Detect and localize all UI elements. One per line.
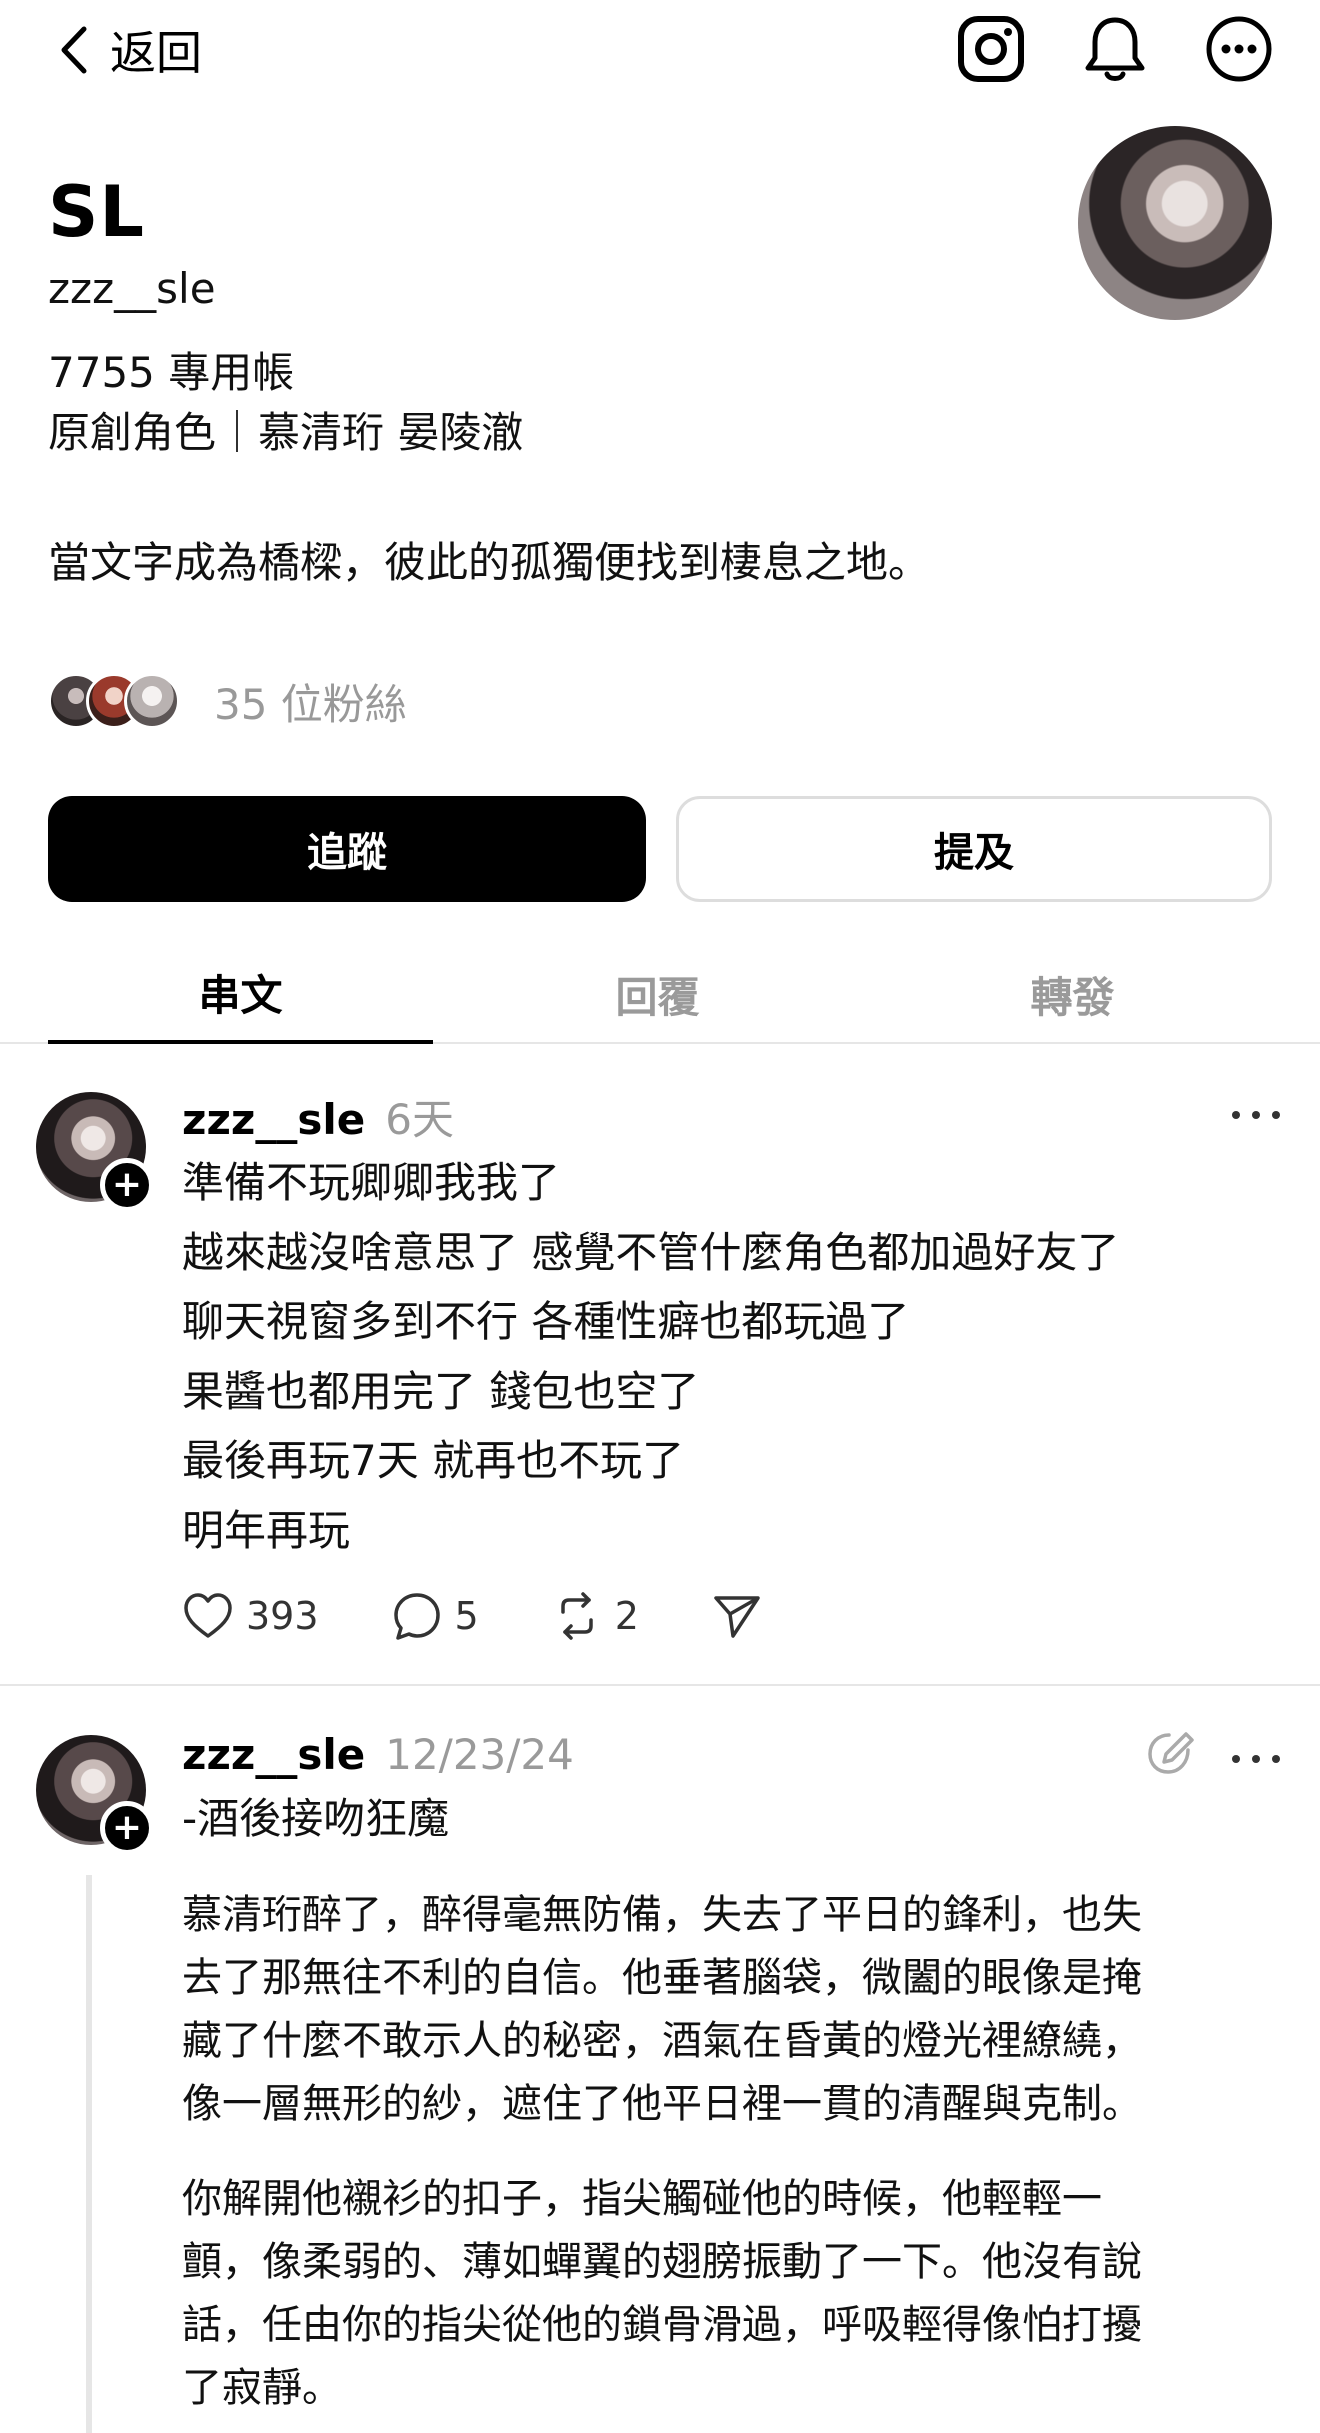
post-line: 聊天視窗多到不行 各種性癖也都玩過了 bbox=[182, 1297, 910, 1346]
profile-tabs: 串文 回覆 轉發 bbox=[0, 944, 1320, 1044]
followers-link[interactable]: 35 位粉絲 bbox=[48, 668, 407, 734]
comment-count: 5 bbox=[454, 1594, 479, 1638]
story-line: 慕清珩醉了，醉得毫無防備，失去了平日的鋒利，也失 bbox=[182, 1892, 1142, 1938]
post-line: 越來越沒啥意思了 感覺不管什麼角色都加過好友了 bbox=[182, 1227, 1120, 1277]
profile-avatar[interactable] bbox=[1078, 126, 1272, 320]
story-line: 了寂靜。 bbox=[182, 2365, 342, 2411]
like-button[interactable]: 393 bbox=[182, 1590, 319, 1642]
post-username[interactable]: zzz__sle bbox=[182, 1730, 365, 1779]
bio-line: 當文字成為橋樑，彼此的孤獨便找到棲息之地。 bbox=[48, 538, 931, 587]
back-button[interactable]: 返回 bbox=[56, 18, 202, 82]
heart-icon bbox=[184, 1593, 232, 1638]
post-title: -酒後接吻狂魔 bbox=[182, 1794, 450, 1843]
follow-plus-icon[interactable]: + bbox=[100, 1801, 154, 1855]
story-line: 藏了什麼不敢示人的秘密，酒氣在昏黃的燈光裡繚繞， bbox=[182, 2018, 1142, 2064]
post-line: 果醬也都用完了 錢包也空了 bbox=[182, 1366, 700, 1416]
followers-count: 35 位粉絲 bbox=[214, 679, 407, 729]
username: zzz__sle bbox=[48, 264, 216, 313]
comment-icon bbox=[393, 1593, 440, 1640]
chevron-left-icon bbox=[61, 26, 87, 74]
send-icon bbox=[714, 1596, 760, 1638]
story-line: 顫，像柔弱的、薄如蟬翼的翅膀振動了一下。他沒有說 bbox=[182, 2239, 1142, 2285]
tab-reposts[interactable]: 轉發 bbox=[880, 944, 1265, 1044]
repost-button[interactable]: 2 bbox=[551, 1590, 639, 1642]
repost-icon bbox=[560, 1592, 593, 1640]
like-count: 393 bbox=[246, 1594, 319, 1638]
story-line: 話，任由你的指尖從他的鎖骨滑過，呼吸輕得像怕打擾 bbox=[182, 2302, 1142, 2348]
comment-button[interactable]: 5 bbox=[391, 1590, 479, 1642]
tab-replies[interactable]: 回覆 bbox=[465, 944, 850, 1044]
post-text: 準備不玩卿卿我我了 越來越沒啥意思了 感覺不管什麼角色都加過好友了 聊天視窗多到… bbox=[182, 1148, 1119, 1565]
more-options-button[interactable] bbox=[1204, 14, 1274, 84]
repost-count: 2 bbox=[614, 1594, 639, 1638]
post-timestamp: 12/23/24 bbox=[385, 1730, 574, 1779]
back-label: 返回 bbox=[110, 26, 202, 80]
follower-avatar bbox=[124, 673, 180, 729]
post-actions: 393 5 2 bbox=[182, 1586, 835, 1646]
tab-threads[interactable]: 串文 bbox=[48, 944, 433, 1044]
quote-bar bbox=[86, 1875, 92, 2433]
story-paragraph: 你解開他襯衫的扣子，指尖觸碰他的時候，他輕輕一 顫，像柔弱的、薄如蟬翼的翅膀振動… bbox=[182, 2168, 1262, 2420]
share-button[interactable] bbox=[711, 1590, 763, 1642]
story-line: 去了那無往不利的自信。他垂著腦袋，微闔的眼像是掩 bbox=[182, 1955, 1142, 2001]
edit-icon[interactable] bbox=[1144, 1728, 1198, 1782]
mention-button[interactable]: 提及 bbox=[676, 796, 1272, 902]
follow-plus-icon[interactable]: + bbox=[100, 1158, 154, 1212]
notifications-button[interactable] bbox=[1080, 14, 1150, 84]
bio-line: 原創角色｜慕清珩 晏陵澈 bbox=[48, 408, 524, 457]
more-circle-icon bbox=[1206, 16, 1272, 82]
display-name: SL bbox=[48, 171, 146, 253]
bio-line: 7755 專用帳 bbox=[48, 348, 295, 397]
instagram-button[interactable] bbox=[956, 14, 1026, 84]
story-paragraph: 慕清珩醉了，醉得毫無防備，失去了平日的鋒利，也失 去了那無往不利的自信。他垂著腦… bbox=[182, 1884, 1262, 2136]
follow-button[interactable]: 追蹤 bbox=[48, 796, 646, 902]
post-line: 最後再玩7天 就再也不玩了 bbox=[182, 1436, 685, 1485]
post-line: 準備不玩卿卿我我了 bbox=[182, 1158, 561, 1207]
story-line: 像一層無形的紗，遮住了他平日裡一貫的清醒與克制。 bbox=[182, 2081, 1142, 2127]
top-bar: 返回 bbox=[0, 0, 1320, 100]
post: + zzz__sle 6天 準備不玩卿卿我我了 越來越沒啥意思了 感覺不管什麼角… bbox=[0, 1046, 1320, 1686]
post: + zzz__sle 12/23/24 -酒後接吻狂魔 慕清珩醉了，醉得毫無防備… bbox=[0, 1690, 1320, 2433]
post-line: 明年再玩 bbox=[182, 1505, 351, 1555]
profile-info: SL zzz__sle 7755 專用帳 原創角色｜慕清珩 晏陵澈 當文字成為橋… bbox=[48, 170, 1048, 593]
post-username[interactable]: zzz__sle bbox=[182, 1095, 365, 1144]
instagram-icon bbox=[958, 16, 1024, 82]
more-dots-icon[interactable] bbox=[1226, 1100, 1286, 1130]
bell-icon bbox=[1085, 17, 1145, 81]
more-dots-icon[interactable] bbox=[1226, 1744, 1286, 1774]
post-timestamp: 6天 bbox=[385, 1095, 454, 1144]
story-line: 你解開他襯衫的扣子，指尖觸碰他的時候，他輕輕一 bbox=[182, 2176, 1102, 2222]
